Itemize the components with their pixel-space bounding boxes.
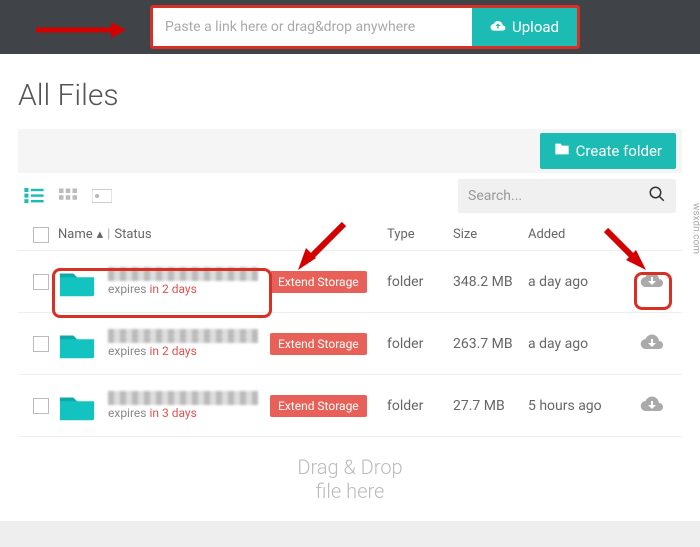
- list-view-icon[interactable]: [24, 186, 44, 206]
- page-body: All Files Create folder Name ▴ | Status …: [0, 54, 700, 521]
- file-expiry: expires in 3 days: [108, 406, 258, 420]
- type-cell: folder: [387, 398, 453, 414]
- upload-label: Upload: [512, 18, 559, 36]
- row-checkbox[interactable]: [33, 398, 49, 414]
- extend-storage-button[interactable]: Extend Storage: [270, 271, 367, 293]
- view-switcher: [24, 186, 112, 206]
- col-added-header[interactable]: Added: [528, 227, 628, 242]
- dropzone-line2: file here: [18, 479, 682, 503]
- compact-view-icon[interactable]: [92, 186, 112, 206]
- col-name-label: Name: [58, 227, 93, 242]
- url-upload-group: Upload: [150, 5, 580, 49]
- select-all-checkbox[interactable]: [33, 227, 49, 243]
- row-checkbox[interactable]: [33, 336, 49, 352]
- search-wrap: [458, 179, 676, 213]
- file-expiry: expires in 2 days: [108, 344, 258, 358]
- cloud-upload-icon: [490, 18, 506, 36]
- cloud-download-icon[interactable]: [640, 333, 664, 355]
- toolbar: Create folder: [18, 129, 682, 173]
- added-cell: 5 hours ago: [528, 398, 628, 414]
- type-cell: folder: [387, 274, 453, 290]
- col-name-header[interactable]: Name ▴ | Status: [58, 227, 387, 242]
- folder-plus-icon: [554, 142, 570, 160]
- file-name-redacted: [108, 391, 258, 405]
- file-expiry: expires in 2 days: [108, 282, 258, 296]
- url-input[interactable]: [153, 8, 472, 46]
- watermark: wsxdn.com: [691, 202, 700, 253]
- page-title: All Files: [18, 78, 682, 113]
- cloud-download-icon[interactable]: [640, 395, 664, 417]
- added-cell: a day ago: [528, 274, 628, 290]
- file-name-redacted: [108, 329, 258, 343]
- create-folder-label: Create folder: [576, 142, 662, 160]
- top-bar: Upload: [0, 0, 700, 54]
- table-header: Name ▴ | Status Type Size Added: [18, 219, 682, 251]
- upload-button[interactable]: Upload: [472, 8, 577, 46]
- added-cell: a day ago: [528, 336, 628, 352]
- col-type-header[interactable]: Type: [387, 227, 453, 242]
- size-cell: 27.7 MB: [453, 398, 528, 414]
- grid-view-icon[interactable]: [58, 186, 78, 206]
- file-name-redacted: [108, 267, 258, 281]
- controls-bar: [18, 173, 682, 219]
- search-input[interactable]: [468, 188, 648, 204]
- type-cell: folder: [387, 336, 453, 352]
- folder-icon: [58, 329, 96, 359]
- table-row[interactable]: expires in 2 days Extend Storage folder …: [18, 313, 682, 375]
- dropzone[interactable]: Drag & Drop file here: [18, 437, 682, 521]
- row-checkbox[interactable]: [33, 274, 49, 290]
- size-cell: 348.2 MB: [453, 274, 528, 290]
- search-icon[interactable]: [648, 185, 666, 207]
- table-row[interactable]: expires in 3 days Extend Storage folder …: [18, 375, 682, 437]
- extend-storage-button[interactable]: Extend Storage: [270, 395, 367, 417]
- col-size-header[interactable]: Size: [453, 227, 528, 242]
- folder-icon: [58, 267, 96, 297]
- extend-storage-button[interactable]: Extend Storage: [270, 333, 367, 355]
- size-cell: 263.7 MB: [453, 336, 528, 352]
- table-row[interactable]: expires in 2 days Extend Storage folder …: [18, 251, 682, 313]
- create-folder-button[interactable]: Create folder: [540, 133, 676, 169]
- folder-icon: [58, 391, 96, 421]
- cloud-download-icon[interactable]: [640, 271, 664, 293]
- col-status-label: Status: [114, 227, 151, 242]
- sort-asc-icon: ▴: [97, 227, 104, 242]
- dropzone-line1: Drag & Drop: [18, 455, 682, 479]
